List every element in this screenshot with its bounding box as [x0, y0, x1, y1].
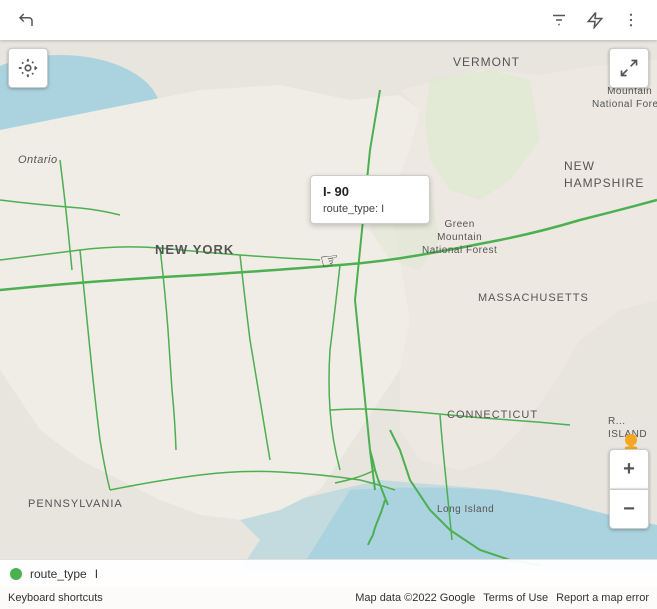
map-tooltip: I- 90 route_type: I [310, 175, 430, 224]
tooltip-route-type: route_type: I [323, 203, 417, 215]
fullscreen-button[interactable] [609, 48, 649, 88]
filter-button[interactable] [545, 6, 573, 34]
bottom-bar: Keyboard shortcuts Map data ©2022 Google… [0, 587, 657, 609]
legend-type-label: route_type [30, 567, 87, 581]
toolbar [0, 0, 657, 40]
toolbar-left [12, 6, 40, 34]
toolbar-right [545, 6, 645, 34]
more-button[interactable] [617, 6, 645, 34]
lightning-button[interactable] [581, 6, 609, 34]
bottom-right: Map data ©2022 Google Terms of Use Repor… [355, 592, 649, 604]
undo-button[interactable] [12, 6, 40, 34]
zoom-controls: + − [609, 449, 649, 529]
legend-dot [10, 568, 22, 580]
map-container: VERMONT WhiteMountainNational Forest NEW… [0, 0, 657, 609]
legend-bar: route_type I [0, 559, 657, 587]
legend-value-label: I [95, 567, 98, 581]
zoom-out-button[interactable]: − [609, 489, 649, 529]
map-svg [0, 0, 657, 609]
keyboard-shortcuts-link[interactable]: Keyboard shortcuts [8, 592, 103, 604]
map-data-label: Map data ©2022 Google [355, 592, 475, 604]
bottom-left: Keyboard shortcuts [8, 592, 103, 604]
report-link[interactable]: Report a map error [556, 592, 649, 604]
zoom-in-button[interactable]: + [609, 449, 649, 489]
location-button[interactable] [8, 48, 48, 88]
tooltip-title: I- 90 [323, 184, 417, 199]
terms-link[interactable]: Terms of Use [483, 592, 548, 604]
